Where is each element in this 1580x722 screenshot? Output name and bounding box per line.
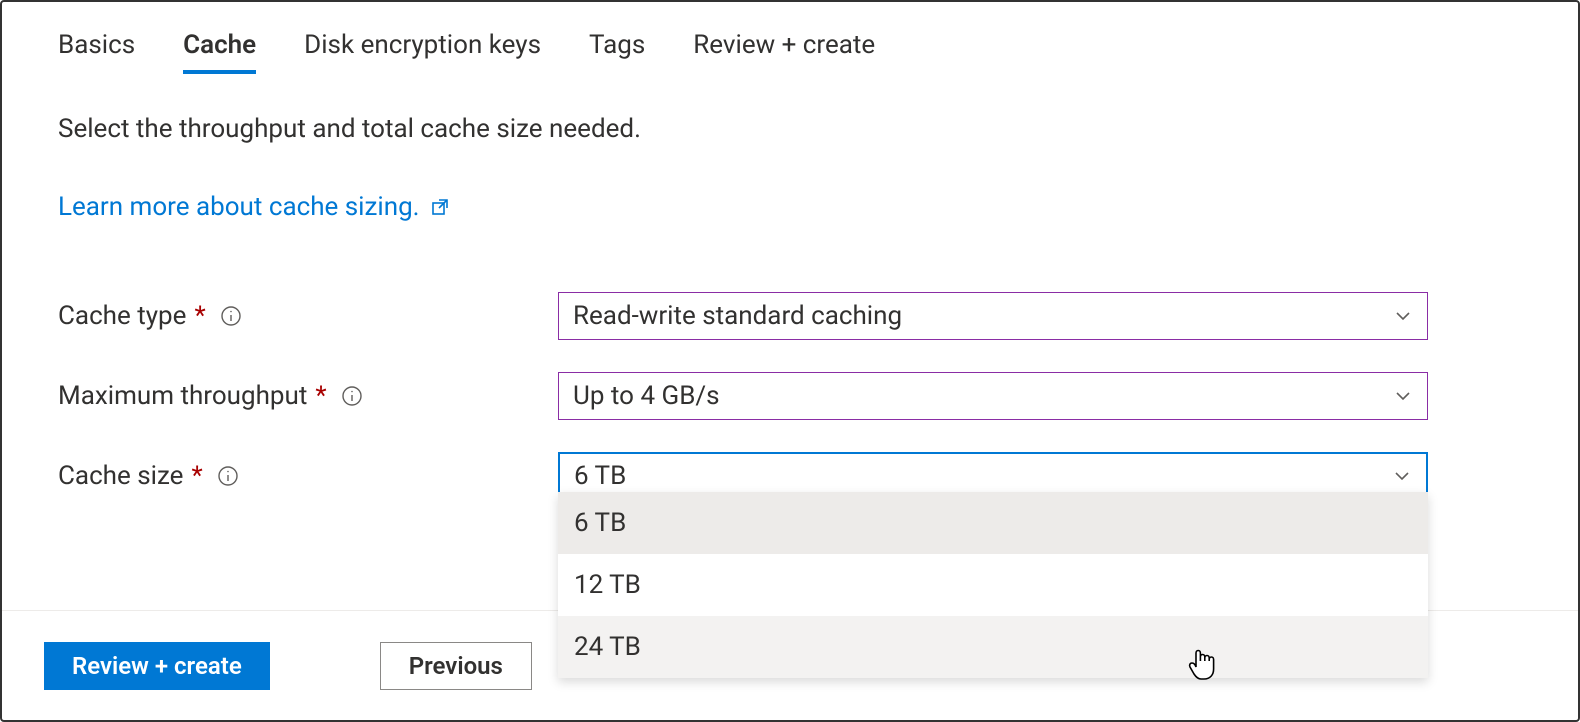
external-link-icon	[430, 197, 450, 217]
tab-bar: Basics Cache Disk encryption keys Tags R…	[58, 30, 1522, 74]
tab-review-create[interactable]: Review + create	[693, 30, 875, 74]
previous-button[interactable]: Previous	[380, 642, 532, 690]
chevron-down-icon	[1393, 306, 1413, 326]
max-throughput-value: Up to 4 GB/s	[573, 381, 720, 411]
learn-more-link[interactable]: Learn more about cache sizing.	[58, 192, 450, 222]
chevron-down-icon	[1393, 386, 1413, 406]
required-indicator: *	[315, 381, 326, 411]
tab-disk-encryption-keys[interactable]: Disk encryption keys	[304, 30, 541, 74]
cache-type-value: Read-write standard caching	[573, 301, 902, 331]
tab-description: Select the throughput and total cache si…	[58, 114, 1522, 144]
dropdown-option-24tb[interactable]: 24 TB	[558, 616, 1428, 678]
required-indicator: *	[191, 461, 202, 491]
cache-type-row: Cache type * Read-write standard caching	[58, 292, 1522, 340]
info-icon[interactable]	[341, 385, 363, 407]
required-indicator: *	[194, 301, 205, 331]
info-icon[interactable]	[220, 305, 242, 327]
cache-size-label: Cache size	[58, 461, 183, 491]
review-create-button[interactable]: Review + create	[44, 642, 270, 690]
info-icon[interactable]	[217, 465, 239, 487]
tab-cache[interactable]: Cache	[183, 30, 256, 74]
cache-type-label: Cache type	[58, 301, 186, 331]
max-throughput-row: Maximum throughput * Up to 4 GB/s	[58, 372, 1522, 420]
chevron-down-icon	[1392, 466, 1412, 486]
dropdown-option-6tb[interactable]: 6 TB	[558, 492, 1428, 554]
max-throughput-label: Maximum throughput	[58, 381, 307, 411]
learn-more-label: Learn more about cache sizing.	[58, 192, 420, 222]
cache-size-value: 6 TB	[574, 461, 626, 491]
dropdown-option-12tb[interactable]: 12 TB	[558, 554, 1428, 616]
tab-tags[interactable]: Tags	[589, 30, 645, 74]
cache-size-dropdown: 6 TB 12 TB 24 TB	[558, 492, 1428, 678]
max-throughput-select[interactable]: Up to 4 GB/s	[558, 372, 1428, 420]
cache-type-select[interactable]: Read-write standard caching	[558, 292, 1428, 340]
tab-basics[interactable]: Basics	[58, 30, 135, 74]
